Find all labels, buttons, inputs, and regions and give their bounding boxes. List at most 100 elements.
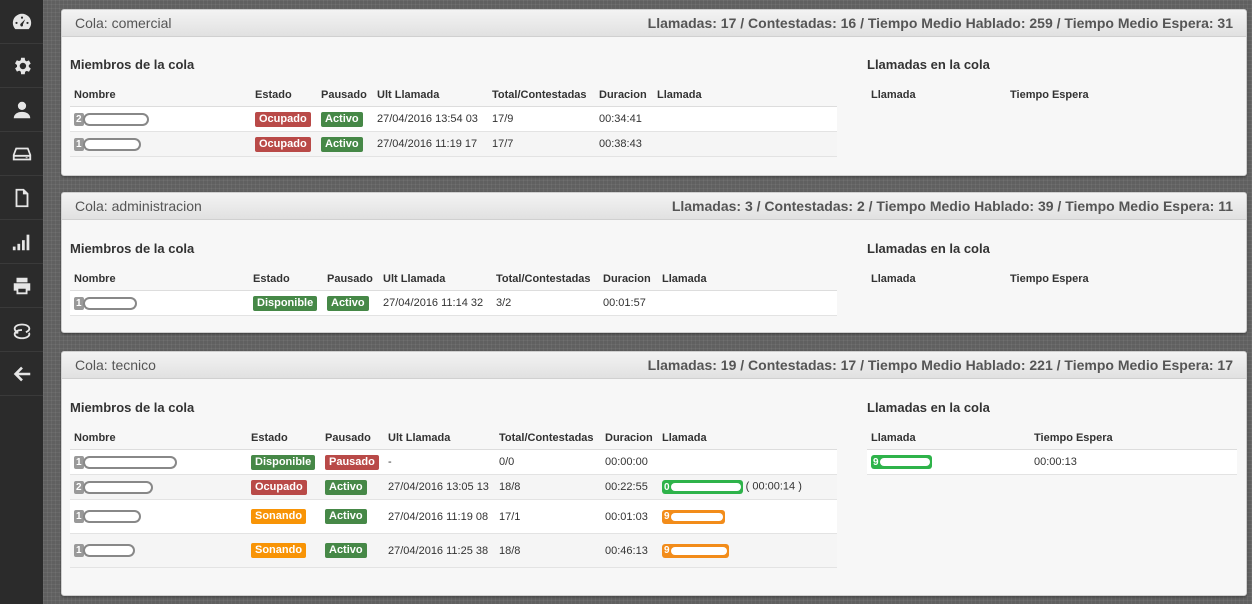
redacted-name: [84, 457, 175, 467]
last-call: 27/04/2016 11:25 38: [384, 533, 495, 568]
member-name: 1: [70, 131, 251, 157]
pause-badge: Activo: [325, 479, 367, 495]
member-name: 1: [70, 290, 249, 316]
total-answered: 18/8: [495, 474, 601, 500]
last-call: 27/04/2016 11:14 32: [379, 290, 492, 316]
queue-name: Cola: administracion: [75, 198, 202, 214]
member-name: 1: [70, 533, 247, 568]
total-answered: 17/7: [488, 131, 595, 157]
table-row: 1 Sonando Activo 27/04/2016 11:25 38 18/…: [70, 533, 837, 568]
col-duracion: Duracion: [601, 427, 658, 450]
sidebar-item-print[interactable]: [0, 264, 43, 308]
members-table: Nombre Estado Pausado Ult Llamada Total/…: [70, 268, 837, 316]
queue-stats: Llamadas: 17 / Contestadas: 16 / Tiempo …: [647, 15, 1233, 31]
col-total: Total/Contestadas: [495, 427, 601, 450]
status-badge: Ocupado: [255, 136, 311, 152]
redacted-name: [84, 546, 133, 555]
call-chip[interactable]: 9: [662, 509, 725, 524]
sidebar-item-storage[interactable]: [0, 132, 43, 176]
queue-stats: Llamadas: 19 / Contestadas: 17 / Tiempo …: [647, 357, 1233, 373]
calls-table: Llamada Tiempo Espera: [867, 268, 1237, 290]
sidebar: [0, 0, 43, 604]
main-content: Cola: comercial Llamadas: 17 / Contestad…: [43, 0, 1252, 604]
col-ult-llamada: Ult Llamada: [379, 268, 492, 291]
col-estado: Estado: [251, 84, 317, 107]
duration: 00:46:13: [601, 533, 658, 568]
hard-drive-icon: [12, 147, 31, 160]
call-chip[interactable]: 0: [662, 480, 743, 494]
last-call: 27/04/2016 11:19 17: [373, 131, 488, 157]
col-nombre: Nombre: [70, 427, 247, 450]
calls-title: Llamadas en la cola: [867, 400, 990, 415]
members-header-row: Nombre Estado Pausado Ult Llamada Total/…: [70, 268, 837, 291]
current-call: [658, 290, 837, 316]
calls-header-row: Llamada Tiempo Espera: [867, 427, 1237, 450]
pause-badge: Pausado: [325, 454, 379, 470]
queue-panel-comercial: Cola: comercial Llamadas: 17 / Contestad…: [61, 9, 1247, 176]
calls-table: Llamada Tiempo Espera 9 00:00:13: [867, 427, 1237, 475]
col-pausado: Pausado: [323, 268, 379, 291]
members-header-row: Nombre Estado Pausado Ult Llamada Total/…: [70, 427, 837, 450]
pause-badge: Activo: [327, 295, 369, 311]
col-duracion: Duracion: [599, 268, 658, 291]
duration: 00:01:57: [599, 290, 658, 316]
gear-icon: [14, 57, 31, 74]
queued-call: 9: [867, 449, 1030, 475]
sidebar-item-sync[interactable]: [0, 308, 43, 352]
col-call: Llamada: [867, 427, 1030, 450]
last-call: 27/04/2016 11:19 08: [384, 499, 495, 534]
current-call: [653, 131, 837, 157]
sync-icon: [13, 323, 30, 339]
total-answered: 17/1: [495, 499, 601, 534]
table-row: 2 Ocupado Activo 27/04/2016 13:54 03 17/…: [70, 106, 837, 132]
total-answered: 3/2: [492, 290, 599, 316]
col-wait: Tiempo Espera: [1010, 273, 1089, 285]
table-row: 2 Ocupado Activo 27/04/2016 13:05 13 18/…: [70, 474, 837, 500]
document-icon: [15, 188, 28, 207]
printer-icon: [13, 277, 30, 294]
sidebar-item-users[interactable]: [0, 88, 43, 132]
redacted-name: [84, 114, 147, 124]
col-total: Total/Contestadas: [492, 268, 599, 291]
redacted-number: [670, 546, 727, 555]
col-llamada: Llamada: [658, 268, 837, 291]
queue-header: Cola: administracion Llamadas: 3 / Conte…: [62, 193, 1246, 220]
table-row: 9 00:00:13: [867, 449, 1237, 475]
last-call: 27/04/2016 13:05 13: [384, 474, 495, 500]
calls-header-row: Llamada Tiempo Espera: [867, 268, 1237, 290]
col-call: Llamada: [871, 89, 916, 101]
redacted-number: [670, 512, 723, 521]
col-nombre: Nombre: [70, 268, 249, 291]
redacted-name: [84, 482, 151, 492]
call-chip[interactable]: 9: [871, 455, 932, 469]
call-chip[interactable]: 9: [662, 543, 729, 558]
col-wait: Tiempo Espera: [1010, 89, 1089, 101]
current-call: 9: [658, 533, 837, 568]
col-estado: Estado: [247, 427, 321, 450]
current-call: [653, 106, 837, 132]
calls-table: Llamada Tiempo Espera: [867, 84, 1237, 106]
duration: 00:01:03: [601, 499, 658, 534]
col-pausado: Pausado: [317, 84, 373, 107]
queue-header: Cola: tecnico Llamadas: 19 / Contestadas…: [62, 352, 1246, 379]
members-header-row: Nombre Estado Pausado Ult Llamada Total/…: [70, 84, 837, 107]
sidebar-item-dashboard[interactable]: [0, 0, 43, 44]
sidebar-item-stats[interactable]: [0, 220, 43, 264]
sidebar-item-back[interactable]: [0, 352, 43, 396]
redacted-name: [84, 139, 139, 149]
sidebar-item-settings[interactable]: [0, 44, 43, 88]
col-ult-llamada: Ult Llamada: [384, 427, 495, 450]
dashboard-icon: [12, 13, 31, 29]
duration: 00:34:41: [595, 106, 653, 132]
col-total: Total/Contestadas: [488, 84, 595, 107]
member-name: 2: [70, 474, 247, 500]
members-table: Nombre Estado Pausado Ult Llamada Total/…: [70, 84, 837, 157]
sidebar-item-documents[interactable]: [0, 176, 43, 220]
redacted-name: [84, 298, 135, 308]
members-title: Miembros de la cola: [70, 241, 195, 256]
member-name: 1: [70, 499, 247, 534]
members-table: Nombre Estado Pausado Ult Llamada Total/…: [70, 427, 837, 568]
signal-bars-icon: [12, 234, 29, 250]
pause-badge: Activo: [325, 509, 367, 524]
calls-title: Llamadas en la cola: [867, 57, 990, 72]
